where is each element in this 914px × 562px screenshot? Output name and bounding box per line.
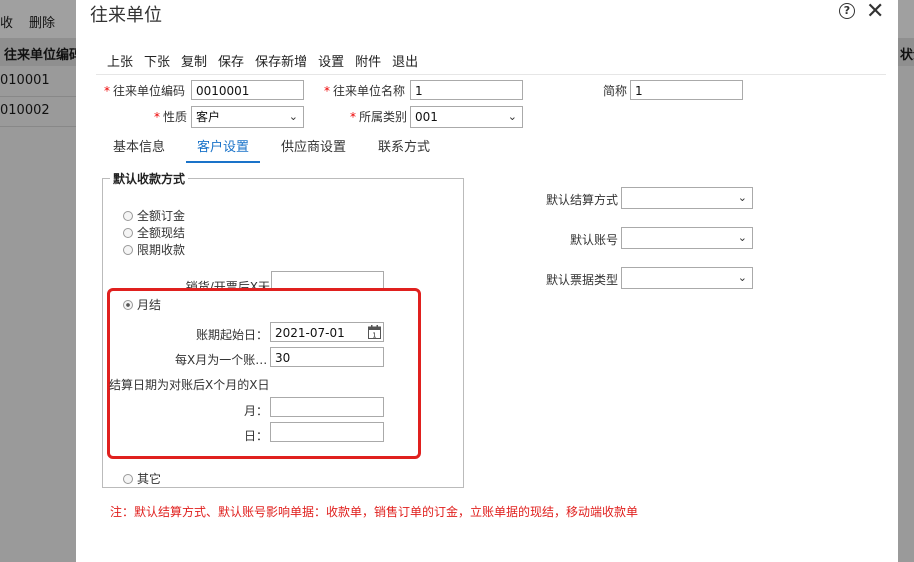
chevron-down-icon: ⌄: [737, 191, 747, 204]
radio-full-cash[interactable]: 全额现结: [123, 224, 185, 241]
bg-toolbar-item[interactable]: 收: [0, 12, 13, 31]
radio-icon: [123, 473, 133, 484]
tab-supplier-settings[interactable]: 供应商设置: [270, 136, 357, 163]
table-row[interactable]: 010002: [0, 96, 80, 127]
settle-date-label: 结算日期为对账后X个月的X日: [109, 378, 270, 392]
attachment-button[interactable]: 附件: [355, 51, 381, 70]
month-label: 月：: [244, 404, 269, 418]
day-label: 日：: [244, 429, 269, 443]
short-name-label: 简称: [603, 84, 628, 98]
category-select[interactable]: 001 ⌄: [410, 106, 523, 128]
name-field[interactable]: 1: [410, 80, 523, 100]
dialog-menu: 上张 下张 复制 保存 保存新增 设置 附件 退出: [107, 51, 418, 70]
tab-basic-info[interactable]: 基本信息: [102, 136, 176, 163]
bg-col-code[interactable]: 往来单位编码: [4, 44, 82, 63]
receipt-method-legend: 默认收款方式: [110, 170, 189, 187]
account-select[interactable]: ⌄: [621, 227, 753, 249]
chevron-down-icon: ⌄: [288, 110, 298, 123]
radio-other[interactable]: 其它: [123, 470, 161, 487]
bg-delete-button[interactable]: 删除: [29, 12, 55, 31]
chevron-down-icon: ⌄: [737, 271, 747, 284]
tab-contact[interactable]: 联系方式: [367, 136, 441, 163]
save-button[interactable]: 保存: [218, 51, 244, 70]
nature-label: * 性质: [154, 110, 188, 124]
radio-icon: [123, 299, 133, 310]
period-label: 每X月为一个账…: [175, 353, 268, 367]
dialog-title: 往来单位: [90, 5, 162, 26]
radio-term-payment[interactable]: 限期收款: [123, 241, 185, 258]
bg-col-right[interactable]: 状余: [900, 44, 914, 63]
radio-monthly[interactable]: 月结: [123, 296, 161, 313]
code-label: * 往来单位编码: [104, 84, 186, 98]
footnote: 注：默认结算方式、默认账号影响单据：收款单，销售订单的订金，立账单据的现结，移动…: [110, 505, 639, 519]
tab-bar: 基本信息 客户设置 供应商设置 联系方式: [102, 136, 451, 163]
nature-select[interactable]: 客户 ⌄: [191, 106, 304, 128]
partner-dialog: 往来单位 ? ✕ 上张 下张 复制 保存 保存新增 设置 附件 退出 * 往来单位…: [76, 0, 898, 562]
copy-button[interactable]: 复制: [181, 51, 207, 70]
start-date-field[interactable]: 2021-07-01: [270, 322, 384, 342]
close-icon[interactable]: ✕: [866, 0, 884, 24]
radio-icon: [123, 244, 133, 255]
table-row[interactable]: 010001: [0, 66, 80, 97]
bill-type-label: 默认票据类型: [546, 273, 619, 287]
tab-customer-settings[interactable]: 客户设置: [186, 136, 261, 163]
settle-method-select[interactable]: ⌄: [621, 187, 753, 209]
bill-type-select[interactable]: ⌄: [621, 267, 753, 289]
radio-full-deposit[interactable]: 全额订金: [123, 207, 185, 224]
save-new-button[interactable]: 保存新增: [255, 51, 307, 70]
settle-method-label: 默认结算方式: [546, 193, 619, 207]
month-field[interactable]: [270, 397, 384, 417]
help-icon[interactable]: ?: [839, 3, 855, 19]
code-field[interactable]: 0010001: [191, 80, 304, 100]
chevron-down-icon: ⌄: [737, 231, 747, 244]
menu-divider: [96, 74, 886, 75]
category-value: 001: [415, 110, 438, 124]
prev-button[interactable]: 上张: [107, 51, 133, 70]
bg-row-code: 010001: [0, 73, 50, 88]
category-label: * 所属类别: [350, 110, 408, 124]
calendar-icon[interactable]: 1: [368, 325, 381, 339]
short-name-field[interactable]: 1: [630, 80, 743, 100]
next-button[interactable]: 下张: [144, 51, 170, 70]
settings-button[interactable]: 设置: [318, 51, 344, 70]
exit-button[interactable]: 退出: [392, 51, 418, 70]
radio-icon: [123, 227, 133, 238]
account-label: 默认账号: [570, 233, 619, 247]
name-label: * 往来单位名称: [324, 84, 406, 98]
day-field[interactable]: [270, 422, 384, 442]
radio-icon: [123, 210, 133, 221]
bg-row-code: 010002: [0, 103, 50, 118]
start-date-label: 账期起始日：: [196, 328, 269, 342]
chevron-down-icon: ⌄: [507, 110, 517, 123]
period-field[interactable]: 30: [270, 347, 384, 367]
days-after-label: 销货/开票后X天: [185, 280, 270, 288]
nature-value: 客户: [196, 110, 221, 124]
svg-text:1: 1: [372, 332, 376, 340]
